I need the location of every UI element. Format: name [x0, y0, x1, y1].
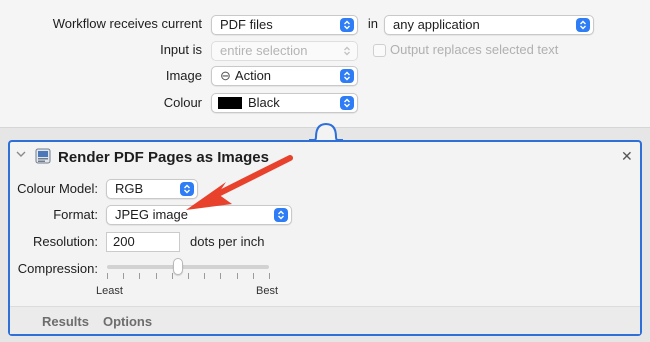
preview-app-icon [34, 148, 52, 164]
compression-slider-tick [220, 273, 221, 279]
receives-type-value: PDF files [220, 17, 273, 32]
workflow-receives-label: Workflow receives current [52, 16, 202, 31]
compression-slider-knob[interactable] [173, 258, 183, 275]
popup-arrows-icon [340, 69, 354, 83]
compression-slider-tick [139, 273, 140, 279]
resolution-label: Resolution: [32, 234, 98, 249]
disclosure-chevron-icon[interactable] [16, 150, 26, 161]
render-pdf-action-panel: Render PDF Pages as Images ✕ Colour Mode… [8, 140, 642, 336]
tab-results[interactable]: Results [42, 314, 89, 329]
receives-type-popup[interactable]: PDF files [211, 15, 358, 35]
input-is-popup[interactable]: entire selection [211, 41, 358, 61]
input-is-label: Input is [160, 42, 202, 57]
compression-slider-tick [156, 273, 157, 279]
compression-min-label: Least [96, 285, 123, 297]
colour-swatch [218, 97, 242, 109]
colour-label: Colour [163, 95, 202, 110]
output-replaces-label: Output replaces selected text [390, 42, 559, 57]
action-footer: Results Options [10, 306, 640, 334]
close-icon[interactable]: ✕ [621, 148, 633, 165]
compression-slider-track[interactable] [107, 265, 269, 269]
colour-popup[interactable]: Black [211, 93, 358, 113]
popup-arrows-icon [576, 18, 590, 32]
tab-options[interactable]: Options [103, 314, 152, 329]
popup-arrows-icon [340, 18, 354, 32]
popup-arrows-icon [340, 44, 354, 58]
resolution-unit-label: dots per inch [190, 234, 265, 249]
compression-slider-tick [188, 273, 189, 279]
compression-slider-tick [237, 273, 238, 279]
compression-slider-tick [172, 273, 173, 279]
in-label: in [367, 16, 378, 31]
colour-model-value: RGB [115, 181, 144, 196]
workflow-header: Workflow receives current PDF files in a… [0, 0, 650, 128]
compression-slider-tick [107, 273, 108, 279]
format-label: Format: [53, 207, 98, 222]
colour-model-label: Colour Model: [17, 181, 98, 196]
application-popup[interactable]: any application [384, 15, 594, 35]
output-replaces-checkbox[interactable] [373, 44, 386, 57]
image-value: Action [234, 68, 272, 83]
input-is-value: entire selection [220, 43, 308, 58]
compression-slider-tick [253, 273, 254, 279]
action-title-bar[interactable]: Render PDF Pages as Images ✕ [10, 142, 640, 172]
annotation-arrow-icon [186, 155, 293, 210]
compression-slider-tick [123, 273, 124, 279]
action-gear-icon: ⊖ [220, 68, 231, 83]
image-label: Image [165, 68, 202, 83]
colour-value: Black [248, 95, 280, 110]
compression-max-label: Best [256, 285, 279, 297]
compression-slider-tick [204, 273, 205, 279]
compression-slider-tick [269, 273, 270, 279]
popup-arrows-icon [340, 96, 354, 110]
resolution-input[interactable]: 200 [106, 232, 180, 252]
application-value: any application [393, 17, 480, 32]
image-popup[interactable]: ⊖ Action [211, 66, 358, 86]
workflow-connector-notch [309, 122, 343, 140]
compression-label: Compression: [17, 261, 98, 276]
